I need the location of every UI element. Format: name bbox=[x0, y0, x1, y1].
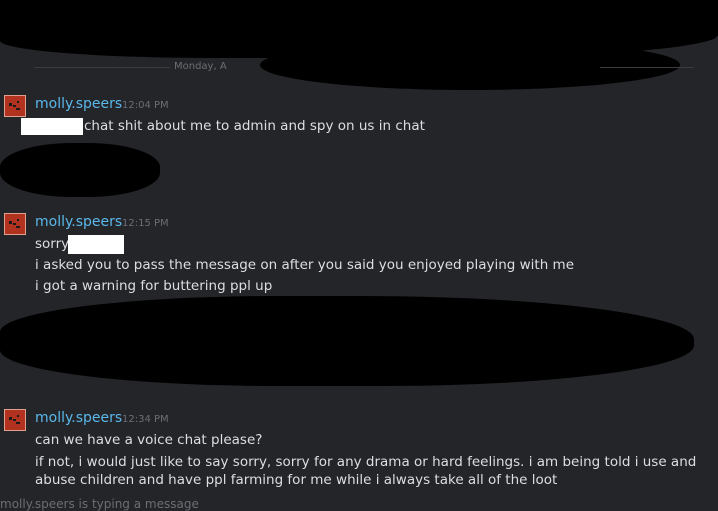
redaction-scribble-left bbox=[0, 143, 160, 197]
message-line: chat shit about me to admin and spy on u… bbox=[84, 118, 425, 134]
message-author[interactable]: molly.speers bbox=[35, 410, 122, 426]
avatar-icon bbox=[9, 415, 20, 424]
redaction-box bbox=[21, 118, 83, 135]
message-line: i asked you to pass the message on after… bbox=[35, 257, 575, 273]
avatar-icon bbox=[9, 219, 20, 228]
avatar-icon bbox=[9, 101, 20, 110]
message-line: abuse children and have ppl farming for … bbox=[35, 472, 558, 488]
message-author[interactable]: molly.speers bbox=[35, 214, 122, 230]
redaction-scribble-middle bbox=[0, 296, 694, 386]
date-divider-line-right bbox=[600, 67, 694, 68]
message-author[interactable]: molly.speers bbox=[35, 96, 122, 112]
message-timestamp: 12:34 PM bbox=[122, 414, 169, 425]
message-line: if not, i would just like to say sorry, … bbox=[35, 454, 697, 470]
typing-indicator: molly.speers is typing a message bbox=[0, 497, 199, 511]
redaction-scribble-top-tail bbox=[260, 40, 680, 90]
redaction-box bbox=[68, 235, 124, 254]
message-line: can we have a voice chat please? bbox=[35, 432, 263, 448]
avatar[interactable] bbox=[4, 213, 26, 235]
avatar[interactable] bbox=[4, 95, 26, 117]
message-line: sorry bbox=[35, 236, 70, 252]
message-timestamp: 12:15 PM bbox=[122, 218, 169, 229]
avatar[interactable] bbox=[4, 409, 26, 431]
message-line: i got a warning for buttering ppl up bbox=[35, 278, 273, 294]
date-divider-label: Monday, A bbox=[174, 61, 227, 72]
message-timestamp: 12:04 PM bbox=[122, 100, 169, 111]
date-divider-line-left bbox=[34, 67, 170, 68]
